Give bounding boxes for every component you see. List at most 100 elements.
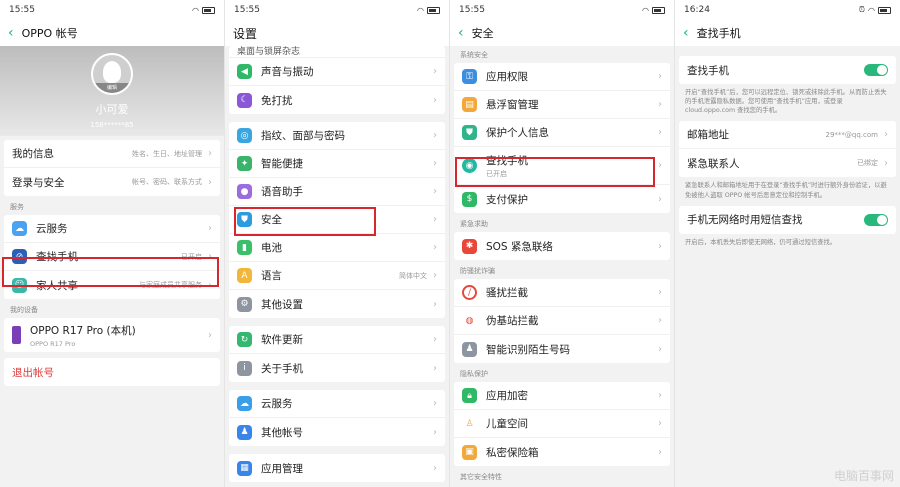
chevron-right-icon: › (658, 315, 662, 326)
row-fake-base-station[interactable]: ◍ 伪基站拦截 › (454, 307, 670, 335)
row-payment-protect[interactable]: $ 支付保护 › (454, 185, 670, 213)
folder-lock-icon: ▣ (462, 444, 477, 460)
row-app-manage[interactable]: ▦ 应用管理 › (229, 454, 445, 482)
chevron-right-icon: › (433, 94, 437, 106)
header: ‹ 查找手机 (675, 20, 900, 46)
row-block[interactable]: / 骚扰拦截 › (454, 279, 670, 307)
wifi-icon: ◠ (868, 5, 875, 15)
row-label: 登录与安全 (12, 176, 65, 189)
row-label: 查找手机 (687, 64, 729, 77)
chevron-right-icon: › (433, 298, 437, 310)
row-label: 应用加密 (486, 390, 528, 402)
avatar[interactable]: 编辑 (91, 53, 133, 95)
section-label-privacy: 隐私保护 (460, 370, 488, 378)
sms-toggle[interactable] (864, 213, 888, 226)
chevron-right-icon: › (658, 418, 662, 429)
avatar-edit-label: 编辑 (93, 83, 131, 93)
wifi-icon: ◠ (192, 5, 199, 15)
row-cloud-service[interactable]: ☁ 云服务 › (4, 215, 220, 243)
alarm-icon: ⏰︎ (858, 5, 866, 14)
row-personal-info[interactable]: ⛊ 保护个人信息 › (454, 119, 670, 147)
row-about[interactable]: i 关于手机 › (229, 354, 445, 382)
language-icon: A (237, 268, 252, 283)
row-smart[interactable]: ✦ 智能便捷 › (229, 150, 445, 178)
row-private-safe[interactable]: ▣ 私密保险箱 › (454, 438, 670, 466)
back-arrow-icon[interactable]: ‹ (683, 26, 689, 40)
contact-note: 紧急联系人和邮箱地址用于在登录“查找手机”时进行额外身份验证，以避免被他人盗取 … (685, 182, 887, 199)
find-phone-toggle[interactable] (864, 64, 888, 76)
row-label: 智能识别陌生号码 (486, 343, 570, 356)
row-label: 邮箱地址 (687, 129, 729, 142)
lock-icon: 🔒︎ (462, 388, 477, 403)
row-battery[interactable]: ▮ 电池 › (229, 234, 445, 262)
chevron-right-icon: › (208, 223, 212, 234)
row-voice[interactable]: ● 语音助手 › (229, 178, 445, 206)
row-unknown-number[interactable]: ♟ 智能识别陌生号码 › (454, 335, 670, 363)
account-group: 我的信息 姓名、生日、地址管理 › 登录与安全 帐号、密码、联系方式 › (4, 140, 220, 196)
row-label: 软件更新 (261, 334, 303, 346)
chevron-right-icon: › (658, 127, 662, 138)
shield-check-icon: ⛊ (462, 125, 477, 140)
row-sos[interactable]: ✱ SOS 紧急联络 › (454, 232, 670, 260)
row-app-permissions[interactable]: ⚿ 应用权限 › (454, 63, 670, 91)
profile-phone: 158******85 (90, 121, 134, 129)
logout-button[interactable]: 退出帐号 (4, 358, 220, 386)
row-floating-window[interactable]: ▤ 悬浮窗管理 › (454, 91, 670, 119)
row-other-accounts[interactable]: ♟ 其他帐号 › (229, 418, 445, 446)
back-arrow-icon[interactable]: ‹ (458, 26, 464, 40)
sms-note: 开启后，本机丢失后即使无网络，仍可通过短信查找。 (685, 238, 837, 246)
status-time: 15:55 (234, 5, 260, 15)
moon-icon: ☾ (237, 92, 252, 108)
row-device[interactable]: OPPO R17 Pro (本机) OPPO R17 Pro › (4, 318, 220, 352)
row-meta: 已绑定 (857, 159, 878, 168)
row-login-security[interactable]: 登录与安全 帐号、密码、联系方式 › (4, 168, 220, 196)
chevron-right-icon: › (433, 462, 437, 474)
panel-oppo-account: 15:55 ◠ ‹ OPPO 帐号 编辑 小可爱 158******85 我的信… (0, 0, 225, 487)
settings-group-5: ▦ 应用管理 › (229, 454, 445, 482)
row-label: 语音助手 (261, 186, 303, 198)
chevron-right-icon: › (658, 99, 662, 110)
row-email[interactable]: 邮箱地址 29***@qq.com › (679, 121, 896, 150)
row-other-settings[interactable]: ⚙ 其他设置 › (229, 290, 445, 318)
row-my-info[interactable]: 我的信息 姓名、生日、地址管理 › (4, 140, 220, 168)
chevron-right-icon: › (884, 157, 888, 169)
battery-setting-icon: ▮ (237, 240, 252, 255)
row-label: 声音与振动 (261, 66, 314, 78)
fingerprint-icon: ◎ (237, 128, 252, 143)
chevron-right-icon: › (433, 66, 437, 77)
panel-settings: 15:55 ◠ 设置 桌面与锁屏杂志 ◀ 声音与振动 › ☾ 免打扰 › ◎ 指纹、面部与… (225, 0, 450, 487)
row-update[interactable]: ↻ 软件更新 › (229, 326, 445, 354)
row-sound[interactable]: ◀ 声音与振动 › (229, 58, 445, 86)
row-emergency-contact[interactable]: 紧急联系人 已绑定 › (679, 149, 896, 177)
chevron-right-icon: › (433, 334, 437, 345)
row-partial[interactable]: 桌面与锁屏杂志 (229, 46, 445, 58)
row-label: 电池 (261, 242, 282, 254)
row-cloud[interactable]: ☁ 云服务 › (229, 390, 445, 418)
battery-icon (878, 6, 891, 14)
header: ‹ OPPO 帐号 (0, 20, 224, 46)
row-app-lock[interactable]: 🔒︎ 应用加密 › (454, 382, 670, 410)
row-fingerprint[interactable]: ◎ 指纹、面部与密码 › (229, 122, 445, 150)
header: 设置 (225, 20, 449, 46)
row-label: 云服务 (36, 223, 68, 235)
status-bar: 16:24 ⏰︎ ◠ (675, 0, 900, 20)
chevron-right-icon: › (658, 160, 662, 171)
status-time: 15:55 (459, 5, 485, 15)
watermark: 电脑百事网 (833, 469, 894, 483)
row-label: 云服务 (261, 398, 293, 410)
chevron-right-icon: › (208, 176, 212, 188)
row-kid-space[interactable]: ♙ 儿童空间 › (454, 410, 670, 438)
row-label: 悬浮窗管理 (486, 99, 539, 111)
person-icon: ♟ (462, 341, 477, 357)
row-dnd[interactable]: ☾ 免打扰 › (229, 86, 445, 114)
row-label: 手机无网络时用短信查找 (687, 214, 803, 227)
row-language[interactable]: A 语言 简体中文 › (229, 262, 445, 290)
user-icon: ♟ (237, 424, 252, 440)
phone-icon (12, 326, 21, 344)
header: ‹ 安全 (450, 20, 674, 46)
section-label-devices: 我的设备 (10, 306, 38, 314)
back-arrow-icon[interactable]: ‹ (8, 26, 14, 40)
profile-name: 小可爱 (95, 103, 129, 116)
device-name: OPPO R17 Pro (本机) (30, 324, 136, 337)
signal-tower-icon: ◍ (462, 313, 477, 328)
